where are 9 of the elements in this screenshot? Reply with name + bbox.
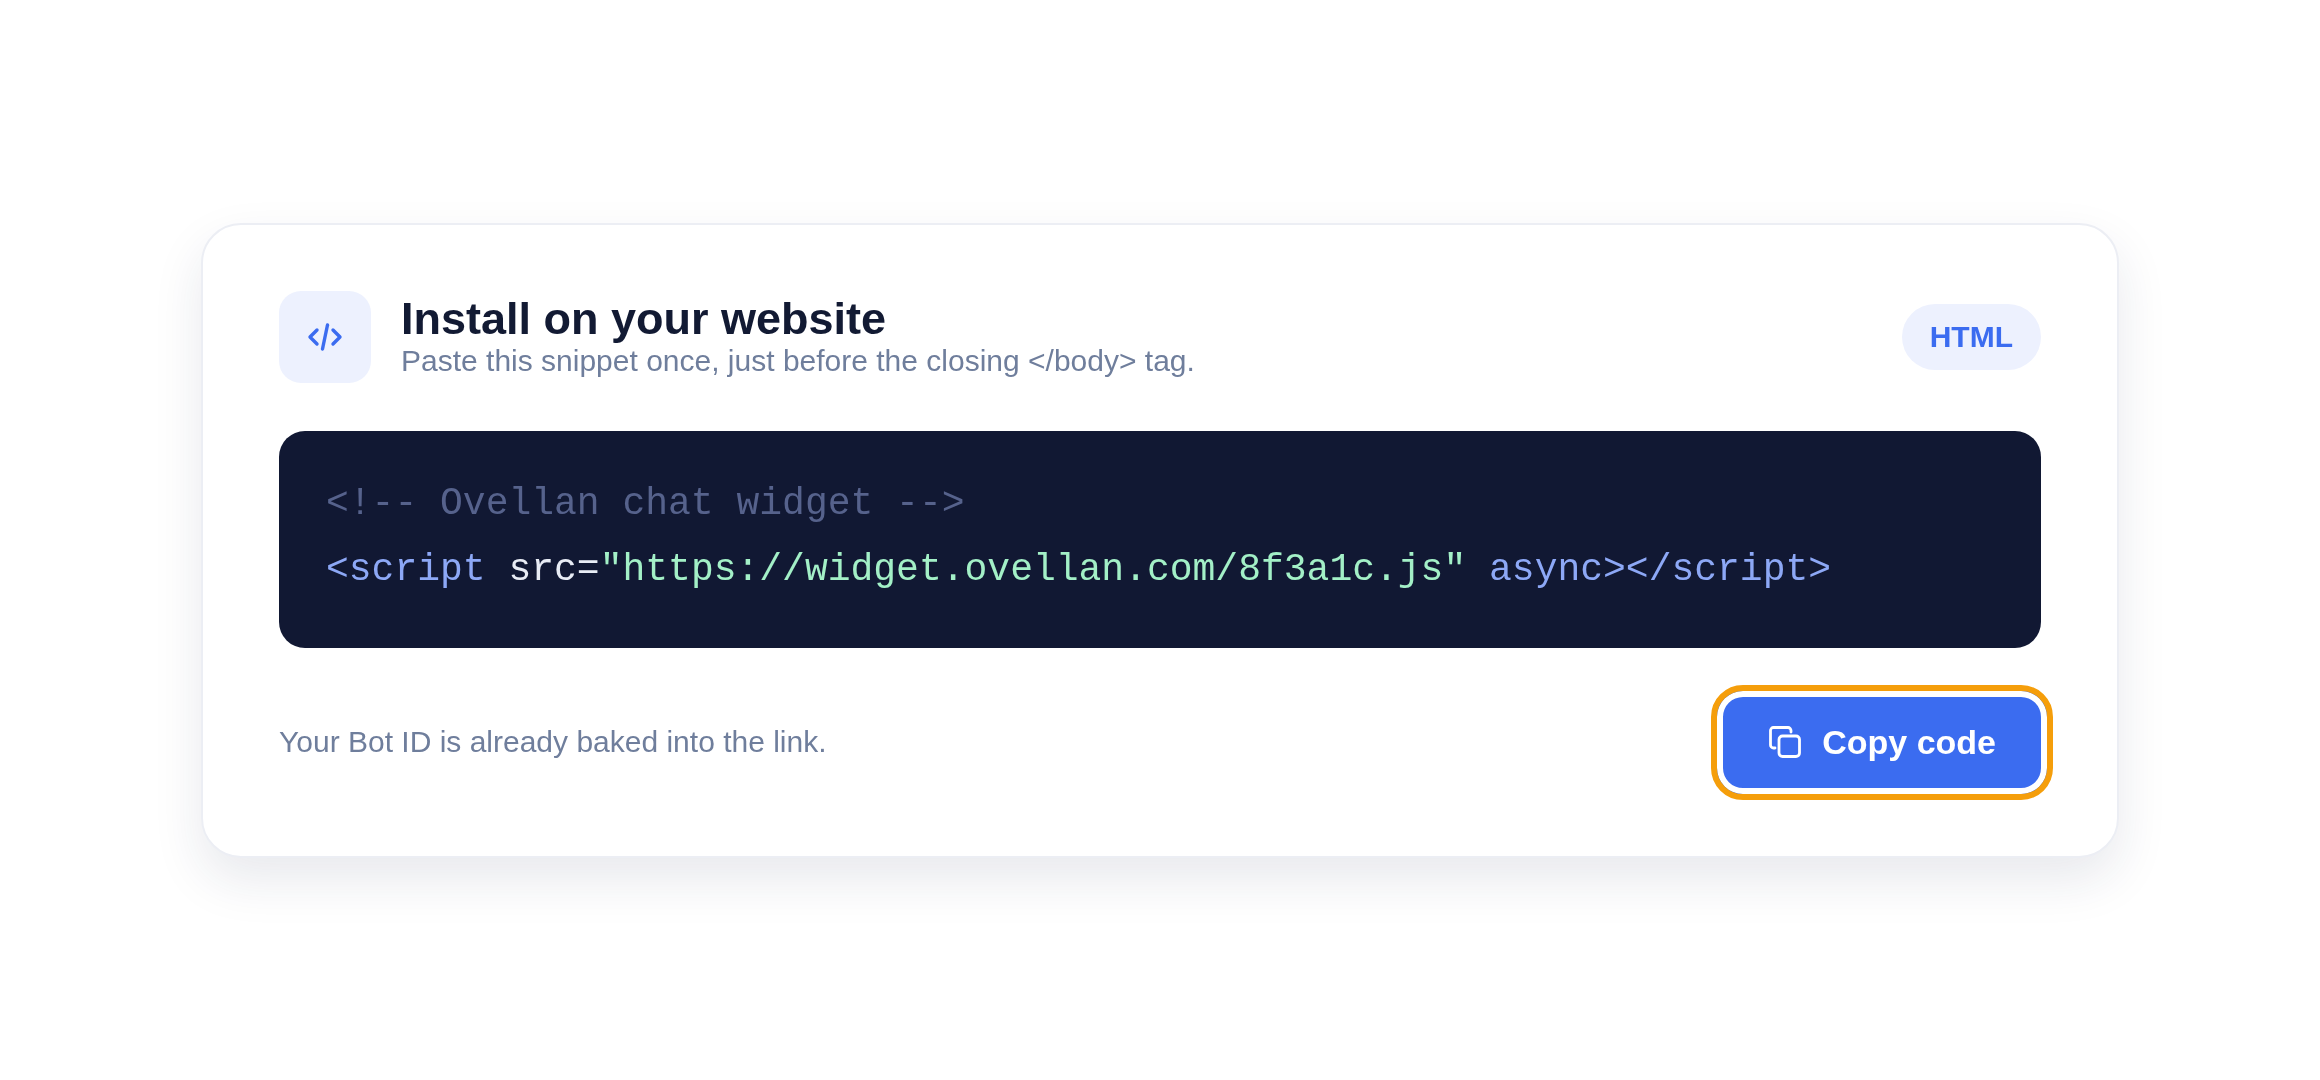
code-icon	[279, 290, 371, 383]
copy-code-button[interactable]: Copy code	[1711, 684, 2053, 800]
card-subtitle: Paste this snippet once, just before the closing </body> tag.	[401, 343, 1196, 380]
code-line: <script src="https://widget.ovellan.com/8f3a1c.js" async></script>	[326, 546, 1833, 593]
card-title: Install on your website	[401, 293, 888, 344]
language-badge: HTML	[1901, 303, 2041, 370]
code-line: <!-- Ovellan chat widget -->	[326, 480, 966, 527]
copy-icon	[1768, 725, 1803, 759]
footer-note: Your Bot ID is already baked into the link.	[279, 725, 827, 759]
